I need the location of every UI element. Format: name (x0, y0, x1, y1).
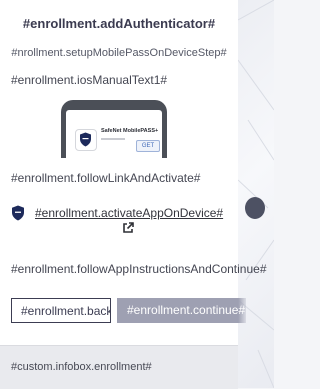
app-name: SafeNet MobilePASS+ (101, 128, 159, 134)
app-subtitle-line (101, 138, 125, 140)
external-link-icon[interactable] (122, 222, 134, 234)
background-decoration (238, 0, 274, 388)
phone-screen: SafeNet MobilePASS+ GET (66, 110, 162, 158)
follow-link-text: #enrollment.followLinkAndActivate# (11, 171, 201, 185)
back-button[interactable]: #enrollment.back# (11, 298, 111, 323)
page-title: #enrollment.addAuthenticator# (22, 16, 216, 31)
activate-app-link[interactable]: #enrollment.activateAppOnDevice# (35, 206, 223, 220)
ios-manual-text: #enrollment.iosManualText1# (11, 73, 168, 87)
enrollment-card: #enrollment.addAuthenticator# #nrollment… (0, 0, 267, 345)
infobox-footer: #custom.infobox.enrollment# (0, 345, 238, 389)
mobilepass-app-icon (75, 129, 97, 151)
get-button: GET (136, 140, 160, 152)
shield-icon (12, 205, 24, 221)
step-subtitle: #nrollment.setupMobilePassOnDeviceStep# (11, 47, 227, 59)
app-store-preview: SafeNet MobilePASS+ GET (61, 100, 167, 158)
slider-handle[interactable] (245, 197, 265, 219)
continue-button[interactable]: #enrollment.continue# (117, 298, 246, 323)
follow-instructions-text: #enrollment.followAppInstructionsAndCont… (11, 262, 267, 276)
infobox-text: #custom.infobox.enrollment# (11, 361, 152, 373)
